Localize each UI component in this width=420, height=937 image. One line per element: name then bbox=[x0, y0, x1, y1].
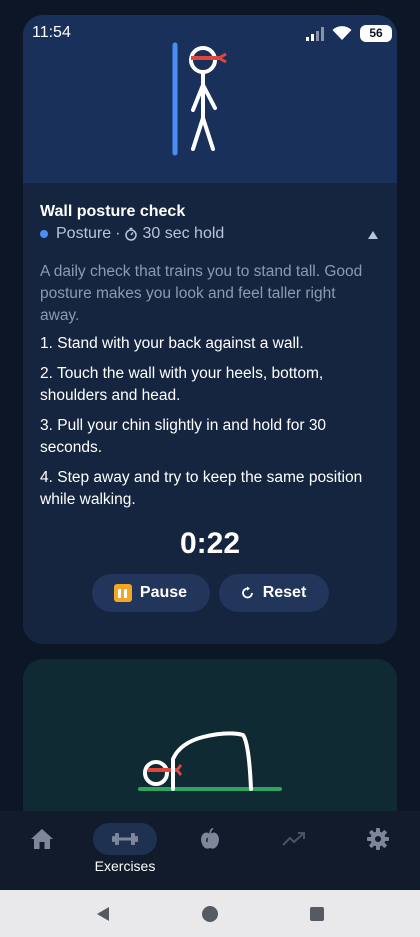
recents-square-icon bbox=[310, 907, 324, 921]
bottom-nav: Exercises bbox=[0, 811, 420, 890]
reset-label: Reset bbox=[262, 584, 307, 601]
category-dot bbox=[40, 230, 48, 238]
home-circle-icon bbox=[202, 906, 218, 922]
stopwatch-icon bbox=[125, 227, 138, 241]
exercise-card-next[interactable] bbox=[23, 659, 397, 829]
pause-label: Pause bbox=[139, 584, 188, 601]
battery-indicator: 56 bbox=[360, 25, 392, 42]
nav-home[interactable] bbox=[10, 811, 74, 890]
status-bar: 11:54 56 bbox=[0, 0, 420, 44]
exercise-intro: A daily check that trains you to stand t… bbox=[40, 263, 363, 324]
status-time: 11:54 bbox=[32, 24, 71, 41]
nav-settings[interactable] bbox=[346, 811, 410, 890]
home-icon bbox=[31, 829, 53, 849]
wifi-icon bbox=[332, 26, 352, 40]
exercise-title: Wall posture check bbox=[40, 203, 186, 220]
app-screen: 11:54 56 Wall posture check Posture · 30… bbox=[0, 0, 420, 937]
nav-progress-pill bbox=[262, 823, 326, 855]
step-4: 4. Step away and try to keep the same po… bbox=[40, 469, 363, 508]
nav-progress[interactable] bbox=[262, 811, 326, 890]
trend-icon bbox=[282, 832, 305, 846]
nav-home-pill bbox=[10, 823, 74, 855]
signal-icon bbox=[306, 26, 324, 41]
step-1: 1. Stand with your back against a wall. bbox=[40, 335, 304, 352]
timer-controls: Pause Reset bbox=[23, 574, 397, 612]
nav-settings-pill bbox=[346, 823, 410, 855]
nav-exercises[interactable]: Exercises bbox=[93, 811, 157, 890]
reset-button[interactable]: Reset bbox=[218, 574, 329, 612]
step-3: 3. Pull your chin slightly in and hold f… bbox=[40, 417, 327, 456]
nav-exercises-label: Exercises bbox=[94, 858, 156, 874]
pause-icon bbox=[113, 584, 132, 602]
nav-exercises-pill bbox=[93, 823, 157, 855]
back-triangle-icon bbox=[97, 907, 109, 921]
apple-icon bbox=[201, 828, 219, 849]
collapse-toggle[interactable] bbox=[365, 227, 381, 243]
exercise-steps: 1. Stand with your back against a wall. … bbox=[40, 333, 375, 519]
system-nav-bar bbox=[0, 890, 420, 937]
exercise-duration: 30 sec hold bbox=[142, 225, 225, 242]
nav-nutrition-pill bbox=[178, 823, 242, 855]
system-back-button[interactable] bbox=[93, 904, 113, 924]
dumbbell-icon bbox=[112, 833, 138, 845]
gear-icon bbox=[367, 828, 389, 850]
reset-icon bbox=[241, 586, 253, 599]
pause-button[interactable]: Pause bbox=[91, 574, 210, 612]
stretch-figure-icon bbox=[138, 731, 282, 791]
exercise-meta: Posture · 30 sec hold bbox=[40, 225, 224, 243]
timer-display: 0:22 bbox=[179, 527, 241, 560]
chevron-up-icon bbox=[368, 231, 378, 239]
nav-nutrition[interactable] bbox=[178, 811, 242, 890]
system-home-button[interactable] bbox=[200, 904, 220, 924]
system-recents-button[interactable] bbox=[307, 904, 327, 924]
exercise-category: Posture bbox=[56, 225, 112, 242]
exercise-card-wall-posture: Wall posture check Posture · 30 sec hold… bbox=[23, 15, 397, 644]
status-icons: 56 bbox=[306, 25, 392, 42]
exercise-details: Wall posture check Posture · 30 sec hold… bbox=[23, 183, 397, 644]
step-2: 2. Touch the wall with your heels, botto… bbox=[40, 365, 324, 404]
meta-separator: · bbox=[115, 225, 121, 242]
